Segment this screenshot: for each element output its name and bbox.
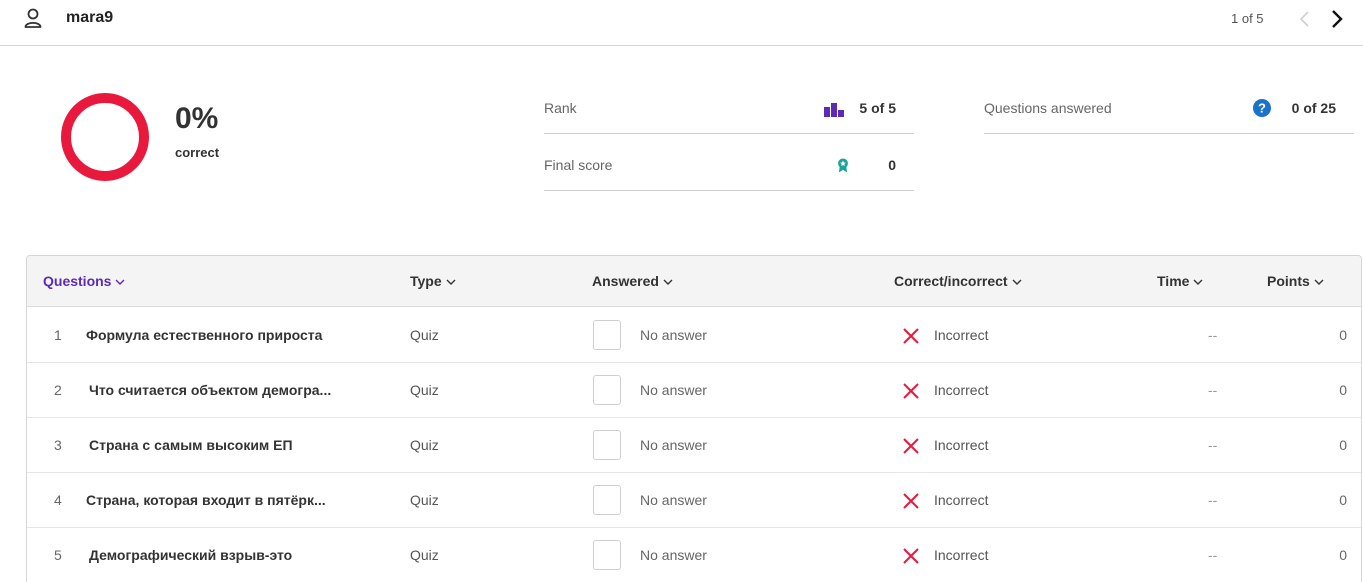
answered-column-header[interactable]: Answered — [592, 273, 673, 289]
result-label: Incorrect — [934, 492, 989, 508]
next-page-button[interactable] — [1330, 8, 1344, 30]
questions-answered-label: Questions answered — [984, 100, 1112, 116]
correct-incorrect-column-header[interactable]: Correct/incorrect — [894, 273, 1022, 289]
time-value: -- — [1208, 327, 1218, 343]
question-text: Формула естественного прироста — [86, 327, 323, 343]
final-score-label: Final score — [544, 157, 613, 173]
chevron-down-icon — [446, 279, 456, 285]
type-column-header[interactable]: Type — [410, 273, 456, 289]
header-bar: mara9 1 of 5 — [0, 0, 1363, 46]
time-value: -- — [1208, 492, 1218, 508]
points-value: 0 — [1339, 547, 1347, 563]
type-header-label: Type — [410, 273, 442, 289]
question-text: Демографический взрыв-это — [89, 547, 293, 563]
incorrect-x-icon — [903, 548, 919, 564]
incorrect-x-icon — [903, 493, 919, 509]
chevron-down-icon — [663, 279, 673, 285]
help-icon: ? — [1253, 99, 1271, 117]
answer-text: No answer — [640, 327, 707, 343]
rank-row: Rank 5 of 5 — [544, 78, 914, 134]
rank-value: 5 of 5 — [859, 100, 896, 116]
questions-header-label: Questions — [43, 273, 112, 289]
previous-page-button[interactable] — [1298, 9, 1312, 29]
incorrect-x-icon — [903, 383, 919, 399]
correct-incorrect-header-label: Correct/incorrect — [894, 273, 1008, 289]
user-icon — [24, 8, 42, 28]
leaderboard-icon — [824, 103, 844, 117]
chevron-down-icon — [1193, 279, 1203, 285]
answer-text: No answer — [640, 382, 707, 398]
time-value: -- — [1208, 382, 1218, 398]
incorrect-x-icon — [903, 438, 919, 454]
time-header-label: Time — [1157, 273, 1190, 289]
final-score-value: 0 — [888, 157, 896, 173]
answer-checkbox — [593, 375, 621, 405]
question-number: 3 — [54, 437, 62, 453]
answer-text: No answer — [640, 492, 707, 508]
question-type: Quiz — [410, 437, 439, 453]
answer-checkbox — [593, 320, 621, 350]
points-value: 0 — [1339, 492, 1347, 508]
question-type: Quiz — [410, 382, 439, 398]
svg-text:?: ? — [1258, 101, 1266, 116]
points-value: 0 — [1339, 382, 1347, 398]
answer-checkbox — [593, 430, 621, 460]
question-number: 2 — [54, 382, 62, 398]
question-text: Страна, которая входит в пятёрк... — [86, 492, 326, 508]
answer-checkbox — [593, 485, 621, 515]
question-number: 1 — [54, 327, 62, 343]
final-score-row: Final score 0 — [544, 135, 914, 191]
points-column-header[interactable]: Points — [1267, 273, 1324, 289]
question-text: Страна с самым высоким ЕП — [89, 437, 293, 453]
chevron-down-icon — [1012, 279, 1022, 285]
question-type: Quiz — [410, 547, 439, 563]
answer-text: No answer — [640, 437, 707, 453]
table-row[interactable]: 5 Демографический взрыв-это Quiz No answ… — [27, 528, 1361, 582]
question-text: Что считается объектом демогра... — [89, 382, 332, 398]
incorrect-x-icon — [903, 328, 919, 344]
chevron-down-icon — [1314, 279, 1324, 285]
questions-answered-value: 0 of 25 — [1291, 100, 1336, 116]
question-number: 4 — [54, 492, 62, 508]
answer-checkbox — [593, 540, 621, 570]
percent-correct-label: correct — [175, 145, 220, 160]
result-label: Incorrect — [934, 327, 989, 343]
points-header-label: Points — [1267, 273, 1310, 289]
percent-correct: 0% — [175, 102, 219, 135]
time-value: -- — [1208, 437, 1218, 453]
points-value: 0 — [1339, 437, 1347, 453]
page-indicator: 1 of 5 — [1231, 11, 1264, 26]
result-label: Incorrect — [934, 437, 989, 453]
result-label: Incorrect — [934, 547, 989, 563]
score-ring — [61, 93, 149, 181]
time-column-header[interactable]: Time — [1157, 273, 1203, 289]
question-type: Quiz — [410, 492, 439, 508]
result-label: Incorrect — [934, 382, 989, 398]
question-number: 5 — [54, 547, 62, 563]
questions-table: Questions Type Answered Correct/incorrec… — [26, 255, 1362, 582]
answered-header-label: Answered — [592, 273, 659, 289]
table-row[interactable]: 4 Страна, которая входит в пятёрк... Qui… — [27, 473, 1361, 528]
question-type: Quiz — [410, 327, 439, 343]
questions-column-header[interactable]: Questions — [43, 273, 125, 289]
questions-answered-row: Questions answered ? 0 of 25 — [984, 78, 1354, 134]
rank-label: Rank — [544, 100, 577, 116]
table-header: Questions Type Answered Correct/incorrec… — [27, 256, 1361, 307]
time-value: -- — [1208, 547, 1218, 563]
table-row[interactable]: 1 Формула естественного прироста Quiz No… — [27, 308, 1361, 363]
answer-text: No answer — [640, 547, 707, 563]
table-row[interactable]: 3 Страна с самым высоким ЕП Quiz No answ… — [27, 418, 1361, 473]
username: mara9 — [66, 9, 114, 26]
points-value: 0 — [1339, 327, 1347, 343]
table-row[interactable]: 2 Что считается объектом демогра... Quiz… — [27, 363, 1361, 418]
chevron-down-icon — [115, 279, 125, 285]
award-badge-icon — [838, 158, 848, 173]
